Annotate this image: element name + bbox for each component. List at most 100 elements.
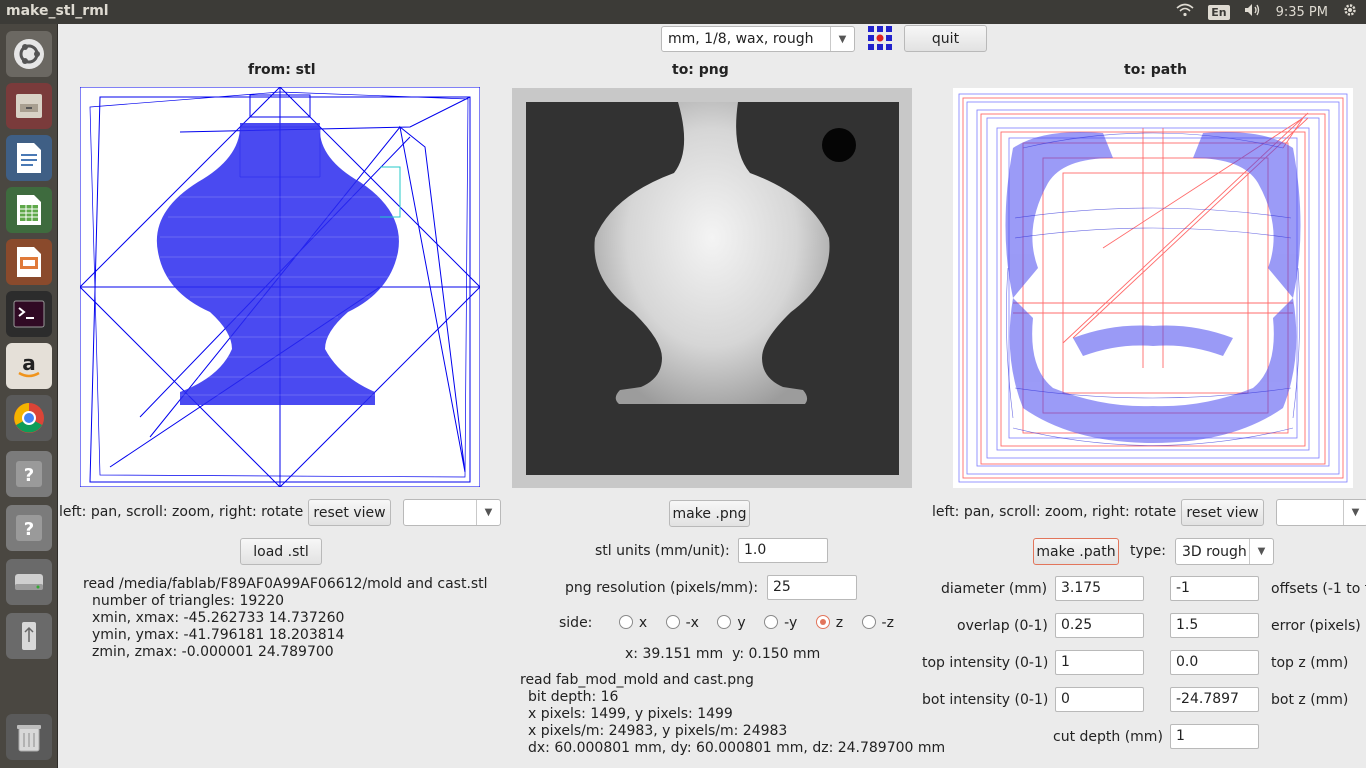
app-window: mm, 1/8, wax, rough ▼ quit from: stl to:… (59, 24, 1366, 768)
png-resolution-label: png resolution (pixels/mm): (565, 580, 759, 596)
offsets-label: offsets (-1 to fill) (1271, 581, 1366, 597)
system-tray: En 9:35 PM (1176, 0, 1366, 24)
side-radio-y[interactable]: y (717, 615, 746, 631)
terminal-icon (13, 300, 45, 328)
question-mark-icon: ? (16, 515, 42, 541)
path-viewer-canvas[interactable] (953, 88, 1353, 488)
question-mark-icon: ? (16, 461, 42, 487)
writer-launcher-button[interactable] (6, 135, 52, 181)
file-cabinet-icon (16, 94, 42, 118)
stl-triangle-count: number of triangles: 19220 (92, 593, 285, 609)
top-z-label: top z (mm) (1271, 655, 1349, 671)
diameter-input[interactable]: 3.175 (1055, 576, 1144, 601)
side-radio-neg-z[interactable]: -z (861, 615, 894, 631)
make-png-button[interactable]: make .png (669, 500, 750, 527)
unknown-app-launcher-button-1[interactable]: ? (6, 451, 52, 497)
trash-icon (17, 725, 41, 752)
error-input[interactable]: 1.5 (1170, 613, 1259, 638)
offsets-input[interactable]: -1 (1170, 576, 1259, 601)
stl-reset-view-button[interactable]: reset view (308, 499, 391, 526)
png-bit-depth: bit depth: 16 (528, 689, 619, 705)
spreadsheet-icon (17, 195, 41, 225)
png-dimensions: dx: 60.000801 mm, dy: 60.000801 mm, dz: … (528, 740, 946, 756)
side-selector: side: x -x y -y z -z (559, 615, 908, 631)
launcher-sidebar: a ? ? (0, 24, 58, 768)
trash-launcher-button[interactable] (6, 714, 52, 760)
quit-button[interactable]: quit (904, 25, 987, 52)
chrome-launcher-button[interactable] (6, 395, 52, 441)
stl-units-input[interactable]: 1.0 (738, 538, 828, 563)
usb-launcher-button[interactable] (6, 613, 52, 659)
stl-y-range: ymin, ymax: -41.796181 18.203814 (92, 627, 345, 643)
path-type-select[interactable]: 3D rough ▼ (1175, 538, 1274, 565)
amazon-launcher-button[interactable]: a (6, 343, 52, 389)
volume-icon[interactable] (1244, 3, 1262, 21)
stl-units-label: stl units (mm/unit): (595, 543, 730, 559)
stl-mesh-wireframe (80, 87, 480, 487)
document-writer-icon (17, 143, 41, 173)
png-panel-header: to: png (672, 62, 729, 78)
settings-gear-icon[interactable] (1342, 2, 1358, 22)
chevron-down-icon: ▼ (830, 27, 854, 51)
stl-view-select[interactable]: ▼ (403, 499, 501, 526)
chevron-down-icon: ▼ (476, 500, 500, 525)
make-path-button[interactable]: make .path (1033, 538, 1119, 565)
side-radio-neg-y[interactable]: -y (764, 615, 797, 631)
presentation-icon (17, 247, 41, 277)
hard-drive-icon (15, 574, 43, 590)
impress-launcher-button[interactable] (6, 239, 52, 285)
png-viewer (512, 88, 912, 488)
stl-x-range: xmin, xmax: -45.262733 14.737260 (92, 610, 345, 626)
bot-z-input[interactable]: -24.7897 (1170, 687, 1259, 712)
files-launcher-button[interactable] (6, 83, 52, 129)
side-radio-neg-x[interactable]: -x (665, 615, 699, 631)
top-intensity-input[interactable]: 1 (1055, 650, 1144, 675)
path-view-select[interactable]: ▼ (1276, 499, 1366, 526)
png-resolution-input[interactable]: 25 (767, 575, 857, 600)
clock[interactable]: 9:35 PM (1276, 5, 1328, 20)
ubuntu-logo-icon (14, 39, 44, 69)
path-reset-view-button[interactable]: reset view (1181, 499, 1264, 526)
window-title: make_stl_rml (6, 3, 109, 19)
path-view-hint: left: pan, scroll: zoom, right: rotate (932, 504, 1177, 520)
terminal-launcher-button[interactable] (6, 291, 52, 337)
top-intensity-label: top intensity (0-1) (922, 655, 1049, 671)
top-z-input[interactable]: 0.0 (1170, 650, 1259, 675)
dash-home-button[interactable] (6, 31, 52, 77)
machine-select-value: mm, 1/8, wax, rough (668, 31, 814, 47)
machine-select[interactable]: mm, 1/8, wax, rough ▼ (661, 26, 855, 52)
bot-intensity-label: bot intensity (0-1) (922, 692, 1049, 708)
chrome-icon (14, 403, 44, 433)
cut-depth-label: cut depth (mm) (1053, 729, 1163, 745)
overlap-input[interactable]: 0.25 (1055, 613, 1144, 638)
calc-launcher-button[interactable] (6, 187, 52, 233)
error-label: error (pixels) (1271, 618, 1361, 634)
height-map-image (526, 102, 899, 475)
diameter-label: diameter (mm) (941, 581, 1048, 597)
path-type-value: 3D rough (1182, 543, 1247, 560)
fab-logo-icon (868, 26, 892, 50)
wifi-icon[interactable] (1176, 3, 1194, 21)
side-label: side: (559, 615, 593, 631)
drive-launcher-button[interactable] (6, 559, 52, 605)
bot-z-label: bot z (mm) (1271, 692, 1349, 708)
unknown-app-launcher-button-2[interactable]: ? (6, 505, 52, 551)
svg-text:a: a (22, 351, 36, 375)
stl-panel-header: from: stl (248, 62, 316, 78)
top-panel: make_stl_rml En 9:35 PM (0, 0, 1366, 24)
usb-drive-icon (22, 622, 36, 650)
png-pixel-count: x pixels: 1499, y pixels: 1499 (528, 706, 733, 722)
svg-text:?: ? (24, 465, 34, 486)
chevron-down-icon: ▼ (1343, 500, 1366, 525)
side-radio-x[interactable]: x (618, 615, 647, 631)
overlap-label: overlap (0-1) (957, 618, 1048, 634)
side-radio-z[interactable]: z (815, 615, 843, 631)
svg-text:?: ? (24, 519, 34, 540)
cut-depth-input[interactable]: 1 (1170, 724, 1259, 749)
keyboard-layout-indicator[interactable]: En (1208, 4, 1230, 20)
bot-intensity-input[interactable]: 0 (1055, 687, 1144, 712)
toolpath-preview (958, 93, 1348, 483)
stl-viewer-canvas[interactable] (80, 87, 480, 487)
path-type-label: type: (1130, 543, 1166, 559)
load-stl-button[interactable]: load .stl (240, 538, 322, 565)
